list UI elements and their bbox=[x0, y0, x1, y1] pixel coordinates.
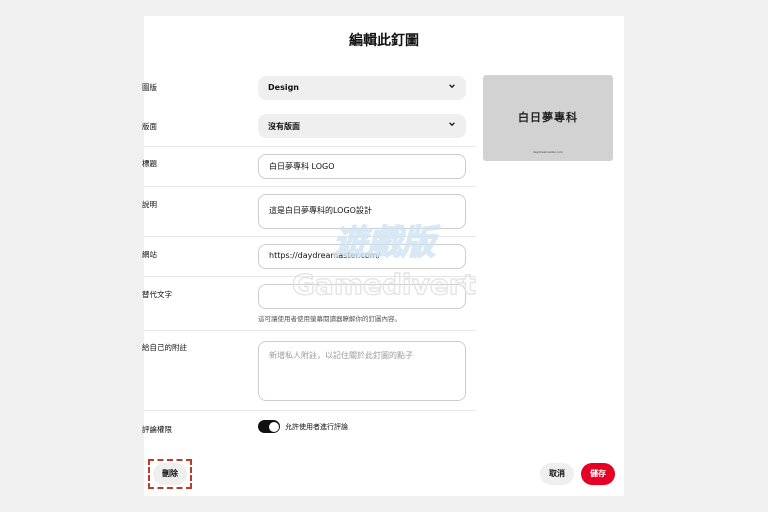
section-value: 沒有版面 bbox=[268, 122, 300, 131]
comments-label: 評論權限 bbox=[142, 425, 172, 434]
title-input-value: 白日夢專科 LOGO bbox=[269, 162, 335, 171]
save-button[interactable]: 儲存 bbox=[581, 463, 615, 485]
pin-preview-image: 白日夢專科 daydreamaster.com bbox=[483, 75, 613, 161]
board-select[interactable]: Design bbox=[258, 76, 466, 100]
title-label: 標題 bbox=[142, 159, 157, 168]
board-label: 圖版 bbox=[142, 83, 157, 92]
delete-button[interactable]: 刪除 bbox=[153, 463, 187, 485]
description-input[interactable]: 這是白日夢專科的LOGO設計 bbox=[258, 194, 466, 229]
website-label: 網站 bbox=[142, 250, 157, 259]
divider bbox=[144, 410, 476, 411]
section-label: 版面 bbox=[142, 122, 157, 131]
description-label: 說明 bbox=[142, 200, 157, 209]
divider bbox=[144, 146, 476, 147]
note-label: 給自己的附註 bbox=[142, 343, 187, 352]
website-input[interactable]: https://daydreamaster.com/ bbox=[258, 244, 466, 269]
alt-text-input[interactable] bbox=[258, 284, 466, 309]
alt-text-helper: 這可讓使用者使用螢幕閱讀器瞭解你的釘圖內容。 bbox=[258, 315, 401, 323]
divider bbox=[144, 186, 476, 187]
chevron-down-icon bbox=[449, 122, 455, 127]
comments-toggle[interactable] bbox=[258, 420, 280, 433]
note-placeholder: 新增私人附註，以記住關於此釘圖的點子 bbox=[269, 351, 413, 360]
modal-title: 編輯此釘圖 bbox=[349, 33, 419, 49]
note-textarea[interactable]: 新增私人附註，以記住關於此釘圖的點子 bbox=[258, 341, 466, 401]
alt-text-label: 替代文字 bbox=[142, 290, 172, 299]
title-input[interactable]: 白日夢專科 LOGO bbox=[258, 154, 466, 179]
cancel-button[interactable]: 取消 bbox=[540, 463, 574, 485]
divider bbox=[144, 276, 476, 277]
description-input-value: 這是白日夢專科的LOGO設計 bbox=[269, 206, 372, 215]
preview-url-text: daydreamaster.com bbox=[533, 150, 563, 154]
board-value: Design bbox=[268, 83, 299, 92]
toggle-knob bbox=[268, 421, 279, 432]
comments-toggle-label: 允許使用者進行評論 bbox=[285, 423, 348, 431]
chevron-down-icon bbox=[449, 84, 455, 89]
section-select[interactable]: 沒有版面 bbox=[258, 114, 466, 138]
website-input-value: https://daydreamaster.com/ bbox=[269, 251, 381, 260]
edit-pin-modal: 編輯此釘圖 圖版 Design 版面 沒有版面 標題 白日夢專科 LOGO 說明… bbox=[142, 16, 624, 496]
preview-logo-text: 白日夢專科 bbox=[518, 111, 578, 124]
divider bbox=[144, 330, 476, 331]
divider bbox=[144, 236, 476, 237]
